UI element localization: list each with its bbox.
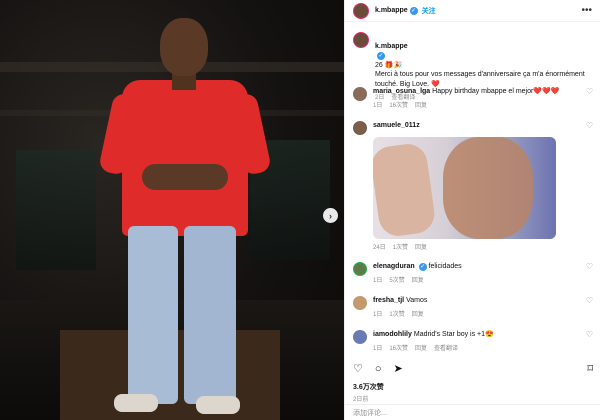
comment-likes[interactable]: 16次赞 — [389, 100, 408, 109]
comment-text: felicidades — [428, 263, 462, 270]
comment-item: elenagduran ✓ felicidades 1日 5次赞 回复 ♡ — [353, 262, 593, 284]
comment-time: 1日 — [373, 311, 383, 318]
likes-count[interactable]: 3.6万次赞 — [353, 382, 384, 392]
post-photo: › — [0, 0, 344, 420]
commenter-avatar[interactable] — [353, 87, 367, 101]
commenter-avatar[interactable] — [353, 296, 367, 310]
post-panel: k.mbappe ✓ 关注 ••• k.mbappe ✓ 26 🎁🎉 Merci… — [344, 0, 600, 420]
post-actions: ♡ ○ ➤ ⌑ — [353, 362, 593, 376]
comment-like-icon[interactable]: ♡ — [586, 121, 593, 130]
verified-badge-icon: ✓ — [377, 52, 385, 60]
background-window — [16, 150, 96, 270]
caption-avatar[interactable] — [353, 32, 369, 48]
comment-item: fresha_tjl Vamos 1日 1次赞 回复 ♡ — [353, 296, 593, 318]
follow-button[interactable]: 关注 — [422, 6, 436, 16]
carousel-next-button[interactable]: › — [323, 208, 338, 223]
comment-item: iamodohlily Madrid's Star boy is +1😍 1日 … — [353, 330, 593, 352]
ellipsis-icon[interactable]: ••• — [581, 5, 592, 16]
reply-button[interactable]: 回复 — [412, 275, 424, 284]
comment-time: 1日 — [373, 345, 383, 352]
comment-like-icon[interactable]: ♡ — [586, 296, 593, 305]
verified-badge-icon: ✓ — [418, 263, 427, 271]
comment-like-icon[interactable]: ♡ — [586, 330, 593, 339]
comment-text: Madrid's Star boy is +1😍 — [413, 331, 494, 338]
comment-gif[interactable] — [373, 136, 556, 239]
reply-button[interactable]: 回复 — [415, 100, 427, 109]
caption-text: 26 🎁🎉 Merci à tous pour vos messages d'a… — [375, 61, 585, 88]
reply-button[interactable]: 回复 — [415, 343, 427, 352]
reply-button[interactable]: 回复 — [412, 309, 424, 318]
commenter-username[interactable]: iamodohlily — [373, 331, 412, 338]
chevron-right-icon: › — [329, 210, 332, 221]
comment-like-icon[interactable]: ♡ — [586, 87, 593, 96]
comment-time: 24日 — [373, 244, 386, 251]
bookmark-icon[interactable]: ⌑ — [587, 362, 593, 375]
comment-likes[interactable]: 1次赞 — [389, 309, 404, 318]
commenter-avatar[interactable] — [353, 121, 367, 135]
add-comment-input[interactable]: 添加评论... — [345, 404, 600, 420]
commenter-username[interactable]: fresha_tjl — [373, 297, 404, 304]
post-header: k.mbappe ✓ 关注 ••• — [345, 0, 600, 22]
commenter-username[interactable]: elenagduran — [373, 263, 415, 270]
post-time: 2日前 — [353, 397, 369, 403]
commenter-avatar[interactable] — [353, 262, 367, 276]
comment-item: samuele_011z 24日 1次赞 回复 ♡ — [353, 121, 593, 251]
translate-link[interactable]: 查看翻译 — [434, 343, 458, 352]
comment-time: 1日 — [373, 102, 383, 109]
comment-icon[interactable]: ○ — [375, 363, 382, 375]
author-avatar[interactable] — [353, 2, 369, 19]
commenter-avatar[interactable] — [353, 330, 367, 344]
comment-time: 1日 — [373, 277, 383, 284]
comment-text: Vamos — [406, 297, 428, 304]
heart-icon[interactable]: ♡ — [353, 362, 363, 375]
reply-button[interactable]: 回复 — [415, 242, 427, 251]
comment-likes[interactable]: 1次赞 — [393, 242, 408, 251]
author-username[interactable]: k.mbappe — [375, 7, 408, 14]
comment-item: maria_osuna_lga Happy birthday mbappe el… — [353, 87, 593, 109]
comment-likes[interactable]: 5次赞 — [389, 275, 404, 284]
commenter-username[interactable]: samuele_011z — [373, 122, 420, 129]
caption-username[interactable]: k.mbappe — [375, 43, 408, 50]
send-icon[interactable]: ➤ — [394, 362, 403, 375]
comment-like-icon[interactable]: ♡ — [586, 262, 593, 271]
person-figure — [97, 16, 273, 420]
comment-text: Happy birthday mbappe el mejor❤️❤️❤️ — [432, 88, 560, 95]
commenter-username[interactable]: maria_osuna_lga — [373, 88, 430, 95]
comment-likes[interactable]: 16次赞 — [389, 343, 408, 352]
verified-badge-icon: ✓ — [409, 6, 418, 15]
